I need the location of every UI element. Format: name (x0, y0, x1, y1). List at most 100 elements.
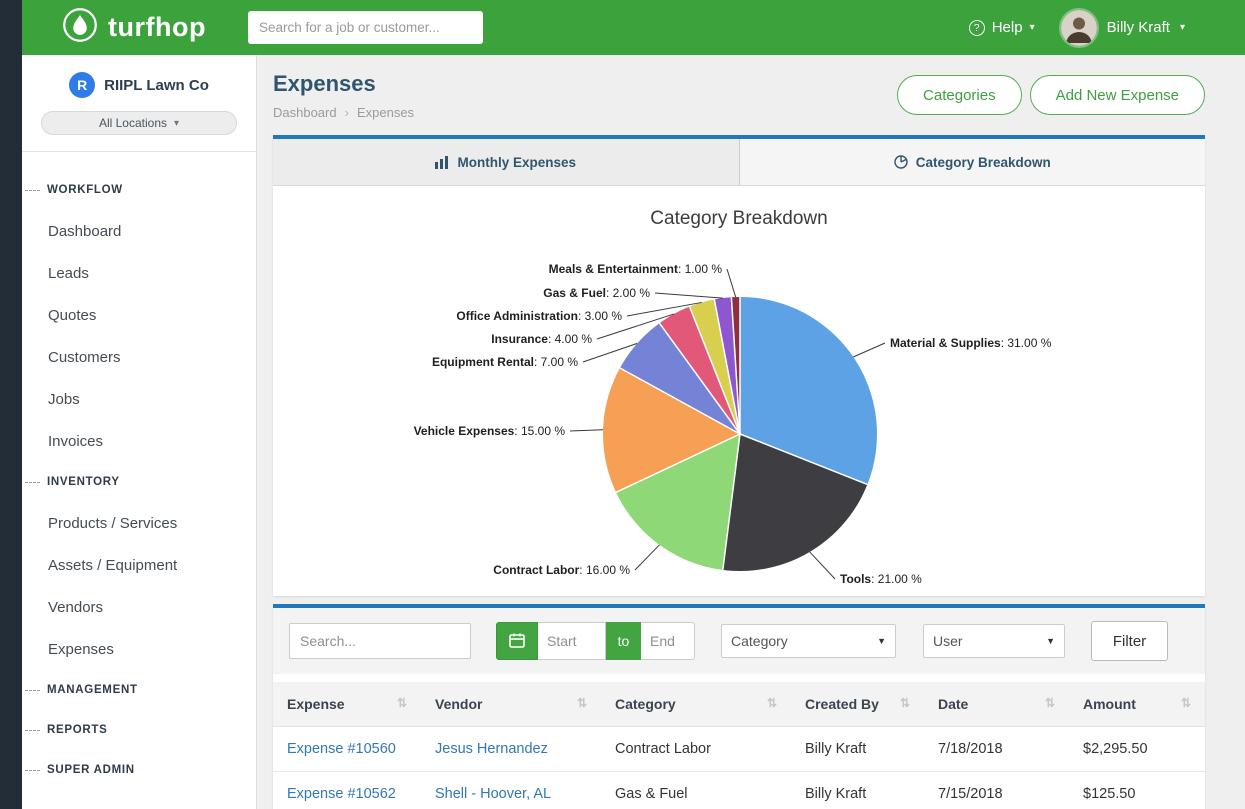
sidebar-item-products-services[interactable]: Products / Services (22, 502, 256, 544)
tab-label: Monthly Expenses (457, 155, 576, 170)
sidebar-item-leads[interactable]: Leads (22, 252, 256, 294)
sidebar-section-label: REPORTS (47, 724, 108, 736)
category-select-value: Category (731, 633, 788, 649)
table-search-input[interactable] (289, 623, 471, 659)
help-icon: ? (969, 20, 985, 36)
sort-icon[interactable]: ⇅ (397, 696, 407, 710)
tree-dash-icon (25, 690, 40, 691)
sidebar-section-reports[interactable]: REPORTS (22, 710, 256, 750)
expenses-table: ⇅Expense⇅Vendor⇅Category⇅Created By⇅Date… (273, 682, 1205, 809)
main-content: Expenses Dashboard › Expenses Categories… (257, 55, 1245, 809)
user-select-value: User (933, 633, 963, 649)
user-select[interactable]: User ▼ (923, 624, 1065, 658)
pie-label: Office Administration: 3.00 % (456, 309, 622, 323)
date-to-label: to (606, 622, 641, 660)
column-header-vendor[interactable]: ⇅Vendor (421, 682, 601, 727)
cell-expense: Expense #10560 (273, 727, 421, 772)
sidebar-item-vendors[interactable]: Vendors (22, 586, 256, 628)
pie-label: Tools: 21.00 % (840, 572, 922, 586)
pie-label: Gas & Fuel: 2.00 % (543, 286, 650, 300)
category-select[interactable]: Category ▼ (721, 624, 896, 658)
sort-icon[interactable]: ⇅ (1045, 696, 1055, 710)
tab-category-breakdown[interactable]: Category Breakdown (740, 139, 1206, 185)
sidebar-section-workflow[interactable]: WORKFLOW (22, 170, 256, 210)
table-header-row: ⇅Expense⇅Vendor⇅Category⇅Created By⇅Date… (273, 682, 1205, 727)
tree-dash-icon (25, 190, 40, 191)
cell-created_by: Billy Kraft (791, 727, 924, 772)
sort-icon[interactable]: ⇅ (900, 696, 910, 710)
sort-icon[interactable]: ⇅ (577, 696, 587, 710)
sidebar-item-expenses[interactable]: Expenses (22, 628, 256, 670)
cell-date: 7/15/2018 (924, 772, 1069, 809)
filter-button[interactable]: Filter (1091, 621, 1168, 661)
help-menu[interactable]: ? Help ▾ (969, 19, 1035, 36)
expense-table-body: Expense #10560Jesus HernandezContract La… (273, 727, 1205, 809)
date-range-group: to (496, 622, 695, 660)
global-search-input[interactable] (248, 11, 483, 44)
vendor-link[interactable]: Jesus Hernandez (435, 741, 548, 757)
calendar-button[interactable] (496, 622, 538, 660)
table-row: Expense #10560Jesus HernandezContract La… (273, 727, 1205, 772)
sidebar-section-label: WORKFLOW (47, 184, 123, 196)
column-header-category[interactable]: ⇅ Category (601, 682, 791, 727)
sidebar-item-invoices[interactable]: Invoices (22, 420, 256, 462)
pie-label: Vehicle Expenses: 15.00 % (414, 424, 565, 438)
expense-link[interactable]: Expense #10560 (287, 741, 396, 757)
sidebar-item-assets-equipment[interactable]: Assets / Equipment (22, 544, 256, 586)
column-label: Date (938, 696, 968, 712)
sidebar-section-management[interactable]: MANAGEMENT (22, 670, 256, 710)
column-label: Amount (1083, 696, 1136, 712)
expense-link[interactable]: Expense #10562 (287, 786, 396, 802)
sidebar-item-dashboard[interactable]: Dashboard (22, 210, 256, 252)
categories-button[interactable]: Categories (897, 75, 1022, 115)
tree-dash-icon (25, 770, 40, 771)
add-new-expense-button[interactable]: Add New Expense (1030, 75, 1205, 115)
sort-icon[interactable]: ⇅ (767, 696, 777, 710)
vendor-link[interactable]: Shell - Hoover, AL (435, 786, 551, 802)
cell-category: Gas & Fuel (601, 772, 791, 809)
column-header-date[interactable]: ⇅ Date (924, 682, 1069, 727)
sidebar-item-quotes[interactable]: Quotes (22, 294, 256, 336)
column-header-amount[interactable]: ⇅ Amount (1069, 682, 1205, 727)
page-actions: Categories Add New Expense (897, 75, 1205, 115)
left-edge-strip (0, 0, 22, 809)
sort-icon[interactable]: ⇅ (1181, 696, 1191, 710)
chart-tabs: Monthly Expenses Category Breakdown (273, 139, 1205, 186)
sidebar-item-customers[interactable]: Customers (22, 336, 256, 378)
breadcrumb-dashboard[interactable]: Dashboard (273, 105, 337, 120)
column-header-created-by[interactable]: ⇅Created By (791, 682, 924, 727)
company-name: RIIPL Lawn Co (104, 77, 209, 94)
company-logo: R (69, 72, 95, 98)
location-selector[interactable]: All Locations ▾ (41, 111, 237, 135)
sidebar-section-label: INVENTORY (47, 476, 120, 488)
tab-monthly-expenses[interactable]: Monthly Expenses (273, 139, 740, 185)
date-end-input[interactable] (641, 622, 695, 660)
sidebar-item-jobs[interactable]: Jobs (22, 378, 256, 420)
turfhop-logo[interactable]: turfhop (62, 7, 206, 48)
breadcrumb: Dashboard › Expenses (273, 105, 414, 120)
chevron-down-icon: ▼ (877, 636, 886, 646)
cell-amount: $125.50 (1069, 772, 1205, 809)
date-start-input[interactable] (538, 622, 606, 660)
cell-created_by: Billy Kraft (791, 772, 924, 809)
chevron-down-icon: ▼ (1046, 636, 1055, 646)
page-title: Expenses (273, 71, 414, 97)
pie-label: Insurance: 4.00 % (491, 332, 592, 346)
user-name: Billy Kraft (1107, 19, 1170, 36)
breadcrumb-expenses: Expenses (357, 105, 414, 120)
column-header-expense[interactable]: ⇅Expense (273, 682, 421, 727)
pie-label: Contract Labor: 16.00 % (493, 563, 630, 577)
sidebar-section-inventory[interactable]: INVENTORY (22, 462, 256, 502)
breadcrumb-separator: › (345, 105, 349, 120)
chevron-down-icon: ▾ (1030, 22, 1035, 33)
turfhop-drop-icon (62, 7, 98, 48)
user-menu[interactable]: Billy Kraft ▾ (1061, 10, 1185, 46)
pie-label: Equipment Rental: 7.00 % (432, 355, 578, 369)
location-label: All Locations (99, 116, 167, 130)
sidebar-nav: WORKFLOW DashboardLeadsQuotesCustomersJob… (22, 152, 256, 790)
sidebar-section-super-admin[interactable]: SUPER ADMIN (22, 750, 256, 790)
calendar-icon (508, 631, 526, 652)
cell-expense: Expense #10562 (273, 772, 421, 809)
column-label: Category (615, 696, 676, 712)
cell-vendor: Jesus Hernandez (421, 727, 601, 772)
